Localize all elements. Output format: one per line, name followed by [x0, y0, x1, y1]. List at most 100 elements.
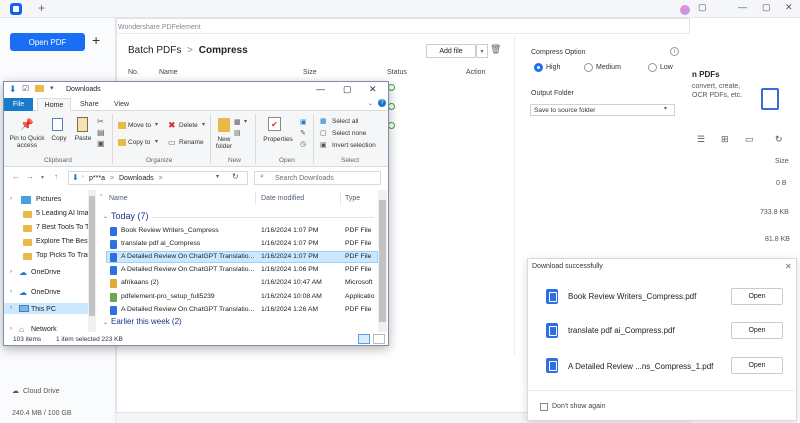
add-file-dropdown-icon[interactable]: ▾: [476, 44, 488, 58]
radio-high[interactable]: [534, 63, 543, 72]
refresh-icon[interactable]: ↻: [775, 134, 783, 145]
refresh-button[interactable]: ↻: [232, 172, 246, 184]
address-separator: >: [158, 175, 163, 182]
move-to-icon: [118, 122, 126, 129]
minimize-button[interactable]: —: [738, 2, 747, 12]
explorer-close-button[interactable]: ✕: [369, 84, 377, 95]
select-all-button[interactable]: Select all: [332, 118, 358, 125]
breadcrumb-root[interactable]: Batch PDFs: [128, 45, 181, 56]
create-plus-button[interactable]: +: [92, 32, 100, 48]
nav-item-folder[interactable]: Explore The Best: [36, 238, 88, 245]
new-item-icon[interactable]: ▦: [234, 118, 241, 126]
file-list-scrollbar-thumb[interactable]: [379, 200, 386, 322]
dont-show-checkbox[interactable]: [540, 403, 548, 411]
quick-access-arrow-icon[interactable]: ⬇: [9, 84, 17, 95]
group-header-earlier[interactable]: Earlier this week (2): [111, 317, 182, 326]
batch-titlebar: [116, 18, 690, 34]
maximize-button[interactable]: ▢: [762, 2, 771, 13]
nav-item-folder[interactable]: 5 Leading AI Ima: [36, 210, 88, 217]
nav-item-folder[interactable]: Top Picks To Trar: [36, 252, 88, 259]
expand-icon[interactable]: ›: [10, 269, 12, 275]
expand-icon[interactable]: ›: [10, 326, 12, 332]
collapse-group-icon[interactable]: ⌄: [103, 213, 108, 220]
paste-shortcut-icon[interactable]: ▣: [97, 139, 105, 148]
open-file-button[interactable]: Open: [731, 322, 783, 339]
close-button[interactable]: ✕: [785, 2, 793, 13]
open-file-button[interactable]: Open: [731, 357, 783, 374]
open-icon[interactable]: ▣: [300, 118, 307, 126]
recent-locations-icon[interactable]: ▾: [41, 174, 44, 181]
expand-icon[interactable]: ›: [10, 305, 12, 311]
invert-selection-button[interactable]: Invert selection: [332, 142, 376, 149]
onedrive-icon: ☁: [19, 268, 27, 277]
cloud-drive-link[interactable]: ☁ Cloud Drive: [12, 387, 60, 396]
up-button[interactable]: ↑: [54, 172, 58, 181]
tab-file[interactable]: File: [4, 98, 33, 111]
copy-button[interactable]: Copy: [49, 135, 69, 142]
open-file-button[interactable]: Open: [731, 288, 783, 305]
avatar[interactable]: [680, 5, 690, 15]
column-header-date[interactable]: Date modified: [261, 195, 304, 202]
output-folder-select[interactable]: Save to source folder: [530, 104, 675, 116]
address-dropdown-icon[interactable]: ▾: [216, 173, 219, 180]
nav-item-folder[interactable]: 7 Best Tools To T: [36, 224, 88, 231]
pin-quick-access-button[interactable]: Pin to Quick access: [8, 135, 46, 149]
help-icon[interactable]: ?: [378, 99, 386, 107]
pdfelement-logo-icon[interactable]: [10, 3, 22, 15]
explorer-maximize-button[interactable]: ▢: [343, 84, 352, 95]
column-header-name[interactable]: Name: [109, 195, 128, 202]
customize-quick-access-icon[interactable]: ▾: [50, 84, 54, 92]
breadcrumb-separator: >: [187, 45, 193, 56]
folder-view-icon[interactable]: ▭: [745, 134, 754, 145]
search-input[interactable]: Search Downloads: [254, 171, 381, 185]
cut-icon[interactable]: ✂: [97, 117, 104, 126]
pdf-file-icon: [546, 289, 558, 304]
collapse-group-icon[interactable]: ⌄: [103, 319, 108, 326]
tab-home[interactable]: Home: [37, 98, 71, 112]
new-folder-button[interactable]: New folder: [211, 136, 237, 150]
expand-icon[interactable]: ›: [10, 289, 12, 295]
move-to-button[interactable]: Move to: [128, 122, 151, 129]
list-view-icon[interactable]: ☰: [697, 134, 705, 145]
new-tab-button[interactable]: +: [38, 1, 45, 15]
close-icon[interactable]: ✕: [785, 262, 792, 271]
address-user[interactable]: p***a: [89, 175, 105, 182]
address-input[interactable]: p***a > Downloads >: [68, 171, 248, 185]
nav-scrollbar-thumb[interactable]: [89, 196, 95, 316]
copy-to-button[interactable]: Copy to: [128, 139, 150, 146]
select-none-button[interactable]: Select none: [332, 130, 366, 137]
edit-icon[interactable]: ✎: [300, 129, 306, 137]
expand-icon[interactable]: ›: [10, 196, 12, 202]
rename-button[interactable]: Rename: [179, 139, 204, 146]
forward-button[interactable]: →: [26, 172, 34, 181]
info-icon[interactable]: i: [670, 47, 679, 56]
explorer-minimize-button[interactable]: —: [316, 84, 325, 94]
properties-quick-icon[interactable]: ☑: [22, 84, 29, 93]
panel-icon[interactable]: ▢: [698, 2, 707, 13]
trash-icon[interactable]: 🗑: [490, 44, 501, 55]
explorer-titlebar: [4, 82, 388, 98]
ribbon-collapse-icon[interactable]: ⌄: [368, 100, 373, 107]
folder-quick-icon[interactable]: [35, 85, 44, 92]
radio-medium[interactable]: [584, 63, 593, 72]
copy-path-icon[interactable]: ▤: [97, 128, 105, 137]
column-header-type[interactable]: Type: [345, 195, 360, 202]
grid-view-icon[interactable]: ⊞: [721, 134, 729, 145]
history-icon[interactable]: ◷: [300, 140, 306, 148]
delete-button[interactable]: Delete: [179, 122, 198, 129]
group-divider: [152, 217, 374, 218]
file-size: 0 B: [776, 180, 787, 187]
add-file-button[interactable]: Add file: [426, 44, 476, 58]
back-button[interactable]: ←: [12, 172, 20, 181]
tab-view[interactable]: View: [114, 101, 129, 108]
properties-button[interactable]: Properties: [260, 136, 296, 143]
folder-icon: [23, 253, 32, 260]
group-header-today[interactable]: Today (7): [111, 211, 149, 221]
details-view-button[interactable]: [358, 334, 370, 344]
large-icons-view-button[interactable]: [373, 334, 385, 344]
open-pdf-button[interactable]: Open PDF: [10, 33, 85, 51]
paste-button[interactable]: Paste: [73, 135, 93, 142]
radio-low[interactable]: [648, 63, 657, 72]
tab-share[interactable]: Share: [80, 101, 99, 108]
address-folder[interactable]: Downloads: [119, 175, 154, 182]
